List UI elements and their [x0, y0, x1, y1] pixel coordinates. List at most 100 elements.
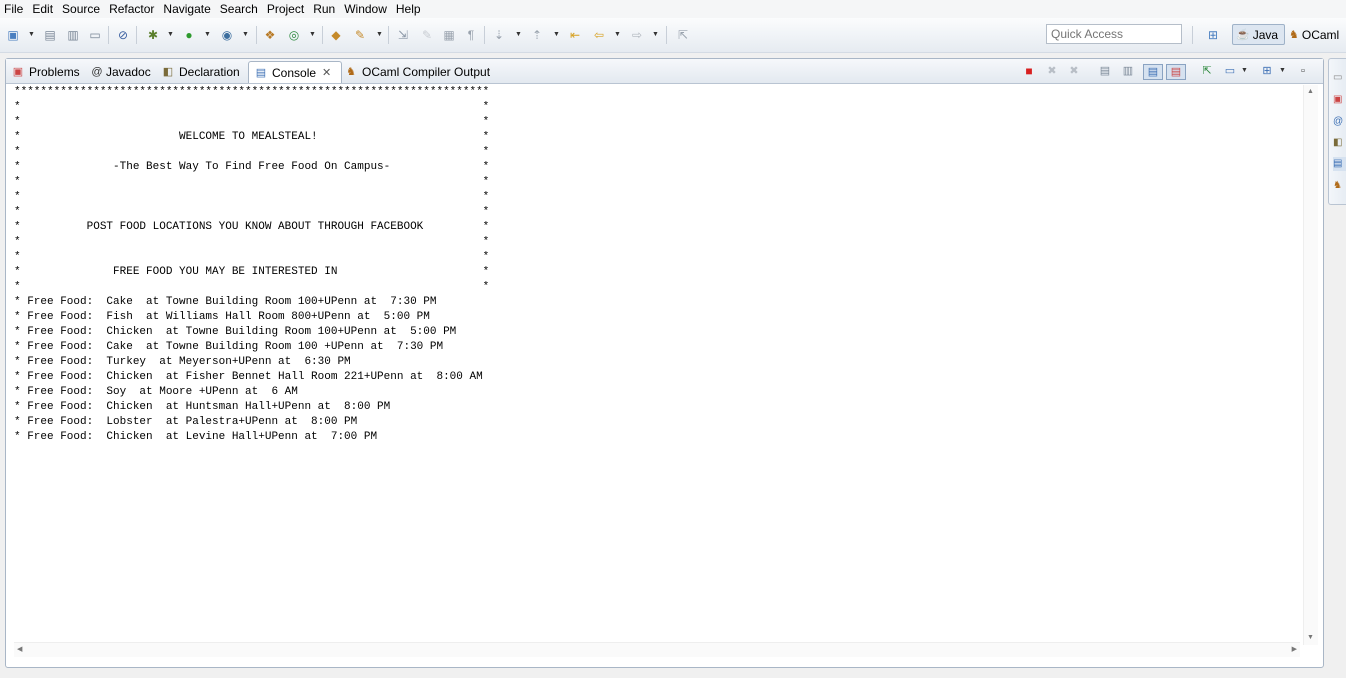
minimize-icon[interactable]: ▫: [1296, 64, 1310, 78]
console-line: * Free Food: Chicken at Towne Building R…: [14, 326, 457, 338]
console-line: * WELCOME TO MEALSTEAL! *: [14, 131, 490, 143]
next-annotation-icon[interactable]: ⇲: [396, 28, 410, 42]
java-perspective-icon: ☕: [1236, 29, 1250, 41]
forward-icon[interactable]: ⇨: [630, 28, 644, 42]
open-type-icon[interactable]: ◆: [329, 28, 343, 42]
chevron-down-icon[interactable]: ▼: [515, 28, 523, 42]
open-console-icon[interactable]: ⊞: [1260, 64, 1274, 78]
menu-bar: File Edit Source Refactor Navigate Search Proj…: [0, 0, 1346, 18]
menu-source[interactable]: Source: [58, 0, 105, 18]
toolbar-separator: [136, 26, 137, 44]
console-icon[interactable]: ▤: [1333, 157, 1346, 171]
console-line: * Free Food: Cake at Towne Building Room…: [14, 296, 437, 308]
back-history-icon[interactable]: ⇤: [568, 28, 582, 42]
chevron-down-icon[interactable]: ▼: [1241, 64, 1249, 78]
debug-icon[interactable]: ✱: [146, 28, 160, 42]
pin-console-icon[interactable]: ⇱: [1200, 64, 1214, 78]
problems-icon[interactable]: ▣: [1333, 93, 1346, 107]
chevron-down-icon[interactable]: ▼: [204, 28, 212, 42]
perspective-ocaml[interactable]: ♞ OCaml: [1289, 24, 1339, 45]
open-perspective-icon[interactable]: ⊞: [1206, 28, 1220, 42]
tab-ocaml-compiler-output[interactable]: ♞ OCaml Compiler Output: [343, 61, 490, 82]
toggle-breakpoints-icon[interactable]: ⊘: [116, 28, 130, 42]
previous-edit-icon[interactable]: ⇡: [530, 28, 544, 42]
chevron-down-icon[interactable]: ▼: [614, 28, 622, 42]
view-tab-bar: ▣ Problems @ Javadoc ◧ Declaration ▤ Con…: [6, 59, 1323, 84]
camel-icon[interactable]: ♞: [1333, 179, 1346, 193]
word-wrap-icon[interactable]: ▥: [1121, 64, 1135, 78]
chevron-down-icon[interactable]: ▼: [28, 28, 36, 42]
chevron-down-icon[interactable]: ▼: [309, 28, 317, 42]
back-icon[interactable]: ⇦: [592, 28, 606, 42]
save-all-icon[interactable]: ▥: [66, 28, 80, 42]
remove-launch-icon[interactable]: ✖: [1045, 64, 1059, 78]
menu-file[interactable]: File: [0, 0, 28, 18]
chevron-down-icon[interactable]: ▼: [553, 28, 561, 42]
console-view-panel: ▣ Problems @ Javadoc ◧ Declaration ▤ Con…: [5, 58, 1324, 668]
terminate-icon[interactable]: ■: [1022, 64, 1036, 78]
scroll-right-icon[interactable]: ▶: [1292, 645, 1297, 655]
show-on-stdout-icon[interactable]: ▤: [1143, 64, 1163, 80]
declaration-icon[interactable]: ◧: [1333, 136, 1346, 150]
pin-editor-icon[interactable]: ⇱: [676, 28, 690, 42]
chevron-down-icon[interactable]: ▼: [652, 28, 660, 42]
toolbar-separator: [666, 26, 667, 44]
show-on-stderr-icon[interactable]: ▤: [1166, 64, 1186, 80]
quick-access-input[interactable]: [1046, 24, 1182, 44]
scroll-lock-icon[interactable]: ▤: [1098, 64, 1112, 78]
menu-project[interactable]: Project: [263, 0, 309, 18]
tab-label: Javadoc: [106, 64, 151, 79]
console-line: ****************************************…: [14, 86, 490, 98]
menu-help[interactable]: Help: [392, 0, 426, 18]
toolbar-separator: [108, 26, 109, 44]
vertical-scrollbar[interactable]: ▲ ▼: [1303, 85, 1318, 645]
perspective-java[interactable]: ☕ Java: [1232, 24, 1285, 45]
console-output[interactable]: ****************************************…: [14, 85, 1300, 645]
new-icon[interactable]: ▣: [6, 28, 20, 42]
remove-all-icon[interactable]: ✖: [1067, 64, 1081, 78]
run-icon[interactable]: ●: [182, 28, 196, 42]
tab-console[interactable]: ▤ Console ✕: [248, 61, 342, 83]
console-line: * *: [14, 236, 490, 248]
restore-icon[interactable]: ▭: [1333, 71, 1346, 85]
console-line: * *: [14, 176, 490, 188]
camel-icon: ♞: [1289, 29, 1299, 41]
show-whitespace-icon[interactable]: ¶: [464, 28, 478, 42]
save-icon[interactable]: ▤: [43, 28, 57, 42]
next-edit-icon[interactable]: ⇣: [492, 28, 506, 42]
chevron-down-icon[interactable]: ▼: [1279, 64, 1287, 78]
console-line: * FREE FOOD YOU MAY BE INTERESTED IN *: [14, 266, 490, 278]
scroll-down-icon[interactable]: ▼: [1307, 633, 1314, 643]
search-icon[interactable]: ✎: [353, 28, 367, 42]
menu-edit[interactable]: Edit: [28, 0, 58, 18]
menu-navigate[interactable]: Navigate: [159, 0, 215, 18]
tab-declaration[interactable]: ◧ Declaration: [160, 61, 240, 82]
horizontal-scrollbar[interactable]: ◀ ▶: [14, 642, 1300, 657]
console-line: * *: [14, 251, 490, 263]
scroll-left-icon[interactable]: ◀: [17, 645, 22, 655]
chevron-down-icon[interactable]: ▼: [376, 28, 384, 42]
toolbar-separator: [256, 26, 257, 44]
scroll-up-icon[interactable]: ▲: [1307, 87, 1314, 97]
chevron-down-icon[interactable]: ▼: [167, 28, 175, 42]
at-icon[interactable]: @: [1333, 115, 1346, 129]
tab-label: Declaration: [179, 64, 240, 79]
menu-window[interactable]: Window: [340, 0, 392, 18]
new-java-class-icon[interactable]: ◎: [287, 28, 301, 42]
print-icon[interactable]: ▭: [88, 28, 102, 42]
close-icon[interactable]: ✕: [322, 66, 331, 79]
previous-annotation-icon[interactable]: ✎: [420, 28, 434, 42]
menu-run[interactable]: Run: [309, 0, 340, 18]
new-java-package-icon[interactable]: ❖: [263, 28, 277, 42]
tab-javadoc[interactable]: @ Javadoc: [91, 61, 151, 82]
tab-problems[interactable]: ▣ Problems: [10, 61, 80, 82]
chevron-down-icon[interactable]: ▼: [242, 28, 250, 42]
display-console-icon[interactable]: ▭: [1223, 64, 1237, 78]
external-tools-icon[interactable]: ◉: [220, 28, 234, 42]
menu-refactor[interactable]: Refactor: [105, 0, 159, 18]
toggle-mark-icon[interactable]: ▦: [442, 28, 456, 42]
menu-search[interactable]: Search: [216, 0, 263, 18]
console-line: * Free Food: Chicken at Levine Hall+UPen…: [14, 431, 378, 443]
console-line: * *: [14, 101, 490, 113]
console-line: * *: [14, 206, 490, 218]
